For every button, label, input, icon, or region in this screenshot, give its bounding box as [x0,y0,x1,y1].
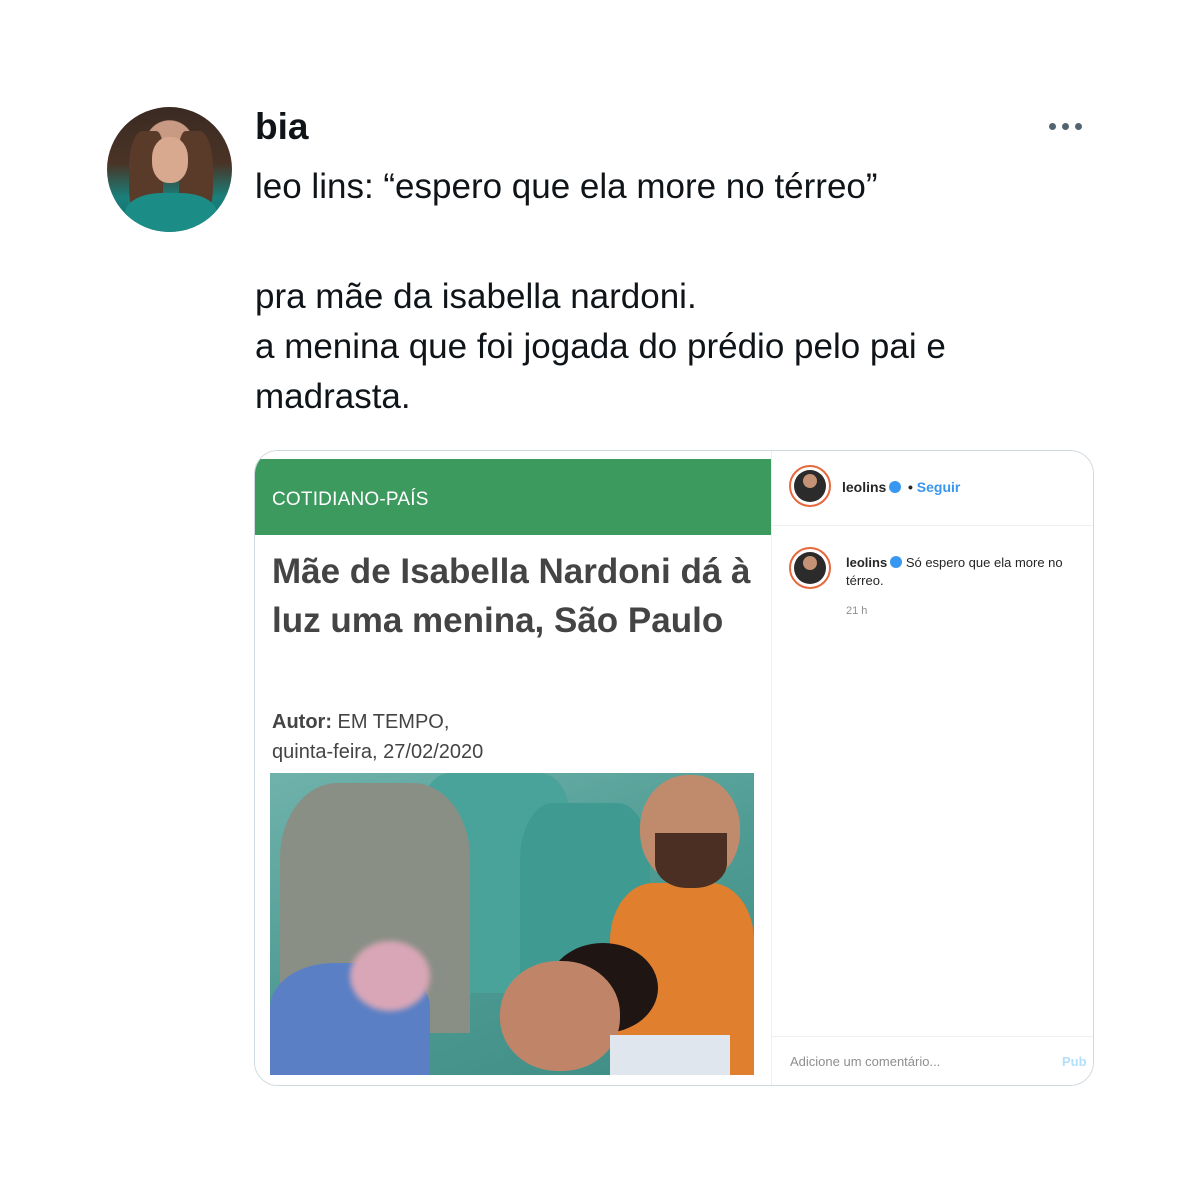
caption-username: leolins [846,555,888,570]
author-value: EM TEMPO, [331,711,450,733]
comment-placeholder: Adicione um comentário... [790,1054,941,1069]
tweet-line: pra mãe da isabella nardoni. [255,277,697,316]
instagram-avatar [789,547,831,589]
instagram-caption: leolins Só espero que ela more no térreo… [846,554,1093,590]
verified-icon [890,556,903,568]
section-label: COTIDIANO-PAÍS [272,489,429,510]
tweet-line: a menina que foi jogada do prédio pelo p… [255,327,946,366]
article-byline: Autor: EM TEMPO, quinta-feira, 27/02/202… [272,707,483,767]
username-text: leolins [842,479,887,495]
news-article-screenshot: COTIDIANO-PAÍS Mãe de Isabella Nardoni d… [255,451,771,1085]
instagram-post-screenshot: leolins • Seguir leolins Só espero que e… [771,451,1093,1085]
tweet-line: madrasta. [255,377,411,416]
avatar-face [152,137,188,183]
article-headline: Mãe de Isabella Nardoni dá à luz uma men… [272,552,751,640]
more-options-icon[interactable] [1049,116,1091,136]
avatar[interactable] [107,107,232,232]
post-time: 21 h [846,605,868,617]
tweet-media[interactable]: COTIDIANO-PAÍS Mãe de Isabella Nardoni d… [254,450,1094,1086]
article-photo [270,773,754,1075]
instagram-header: leolins • Seguir [772,451,1093,526]
verified-icon [889,481,902,493]
follow-link: • Seguir [908,479,960,495]
tweet-text: leo lins: “espero que ela more no térreo… [255,162,1135,422]
separator: • [908,479,913,495]
post-button: Pub [1062,1054,1087,1069]
follow-label: Seguir [916,479,961,495]
instagram-avatar [789,465,831,507]
article-date: quinta-feira, 27/02/2020 [272,741,484,763]
instagram-username: leolins [842,479,902,495]
author-label: Autor: [272,711,332,733]
author-name[interactable]: bia [255,105,308,149]
tweet: bia leo lins: “espero que ela more no té… [0,0,1200,1200]
avatar-body [125,193,217,232]
tweet-line: leo lins: “espero que ela more no térreo… [255,167,878,206]
comment-bar: Adicione um comentário... Pub [772,1036,1093,1085]
